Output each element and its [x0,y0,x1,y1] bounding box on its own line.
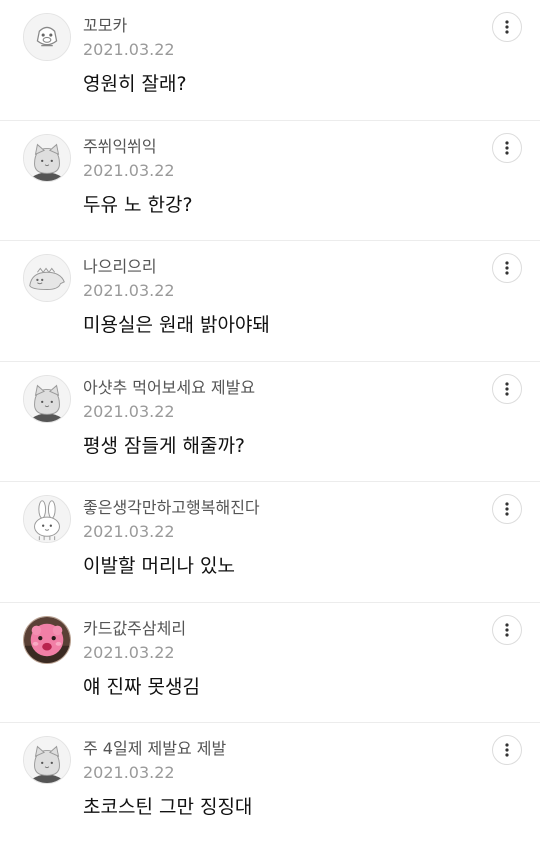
dinosaur-icon[interactable] [23,254,71,302]
comment-text: 평생 잠들게 해줄까? [83,434,246,457]
more-vertical-icon [505,743,509,757]
more-options-button[interactable] [492,132,522,163]
cat-face-icon[interactable] [23,374,71,423]
comment-date: 2021.03.22 [83,763,175,782]
more-options-button[interactable] [492,12,522,42]
comment-nickname[interactable]: 주쒸익쒸익 [83,137,157,157]
comment-text: 초코스틴 그만 징징대 [83,796,253,818]
comment-text: 얘 진짜 못생김 [83,675,200,698]
comment-text: 영원히 잘래? [83,73,187,95]
comment-list: 꼬모카 2021.03.22 영원히 잘래? 주쒸익쒸익 2021.03.22 … [0,0,540,844]
more-vertical-icon [505,140,509,155]
more-options-button[interactable] [492,614,522,645]
comment-date: 2021.03.22 [83,401,175,421]
comment-item: 카드값주삼체리 2021.03.22 얘 진짜 못생김 [0,603,540,723]
more-vertical-icon [505,20,509,34]
more-options-button[interactable] [492,253,522,283]
rabbit-icon[interactable] [23,495,71,543]
more-vertical-icon [505,622,509,637]
cat-face-icon[interactable] [23,133,71,182]
comment-date: 2021.03.22 [83,642,175,662]
comment-item: 주 4일제 제발요 제발 2021.03.22 초코스틴 그만 징징대 [0,723,540,844]
comment-date: 2021.03.22 [83,522,175,541]
comment-item: 꼬모카 2021.03.22 영원히 잘래? [0,0,540,121]
character-egg-icon[interactable] [23,13,71,61]
comment-item: 나으리으리 2021.03.22 미용실은 원래 밝아야돼 [0,241,540,362]
more-options-button[interactable] [492,735,522,765]
comment-item: 좋은생각만하고행복해진다 2021.03.22 이발할 머리나 있노 [0,482,540,603]
more-options-button[interactable] [492,494,522,524]
comment-nickname[interactable]: 아샷추 먹어보세요 제발요 [83,378,255,398]
comment-item: 아샷추 먹어보세요 제발요 2021.03.22 평생 잠들게 해줄까? [0,362,540,482]
more-vertical-icon [505,261,509,275]
comment-nickname[interactable]: 주 4일제 제발요 제발 [83,739,226,759]
comment-text: 이발할 머리나 있노 [83,555,235,577]
more-options-button[interactable] [492,373,522,404]
pink-character-photo[interactable] [23,615,71,664]
more-vertical-icon [505,381,509,396]
comment-nickname[interactable]: 나으리으리 [83,257,157,277]
comment-date: 2021.03.22 [83,40,175,59]
more-vertical-icon [505,502,509,516]
comment-date: 2021.03.22 [83,160,175,180]
comment-nickname[interactable]: 꼬모카 [83,16,127,36]
comment-nickname[interactable]: 좋은생각만하고행복해진다 [83,498,260,518]
comment-item: 주쒸익쒸익 2021.03.22 두유 노 한강? [0,121,540,241]
comment-text: 두유 노 한강? [83,193,193,216]
cat-face-icon[interactable] [23,736,71,784]
comment-nickname[interactable]: 카드값주삼체리 [83,619,186,639]
comment-text: 미용실은 원래 밝아야돼 [83,314,270,336]
comment-date: 2021.03.22 [83,281,175,300]
